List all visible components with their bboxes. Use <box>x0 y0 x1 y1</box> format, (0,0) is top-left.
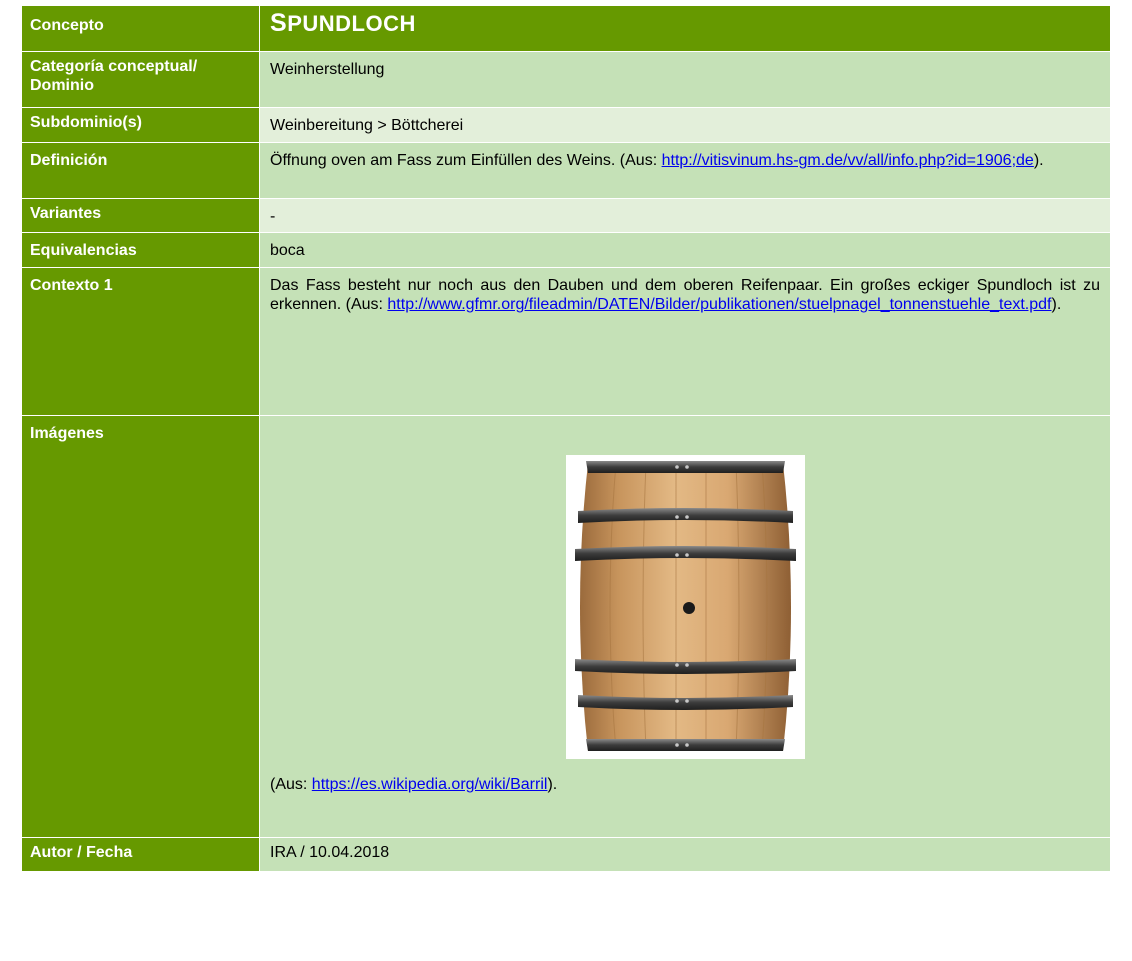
label-contexto: Contexto 1 <box>21 267 260 416</box>
barrel-image <box>565 455 805 759</box>
value-subdominio: Weinbereitung > Böttcherei <box>259 107 1111 143</box>
term-table: Concepto SPUNDLOCH Categoría conceptual/… <box>21 5 1111 872</box>
barrel-icon <box>574 461 796 752</box>
image-container <box>270 424 1100 775</box>
label-variantes: Variantes <box>21 198 260 233</box>
label-categoria: Categoría conceptual/ Dominio <box>21 51 260 108</box>
value-contexto: Das Fass besteht nur noch aus den Dauben… <box>259 267 1111 416</box>
row-imagenes: Imágenes (Aus: https://es.wikipedia.org/… <box>21 415 1111 838</box>
label-subdominio: Subdominio(s) <box>21 107 260 143</box>
glossary-card: Concepto SPUNDLOCH Categoría conceptual/… <box>21 5 1111 872</box>
label-definicion: Definición <box>21 142 260 199</box>
term-title: SPUNDLOCH <box>259 5 1111 52</box>
value-autor: IRA / 10.04.2018 <box>259 837 1111 872</box>
label-autor: Autor / Fecha <box>21 837 260 872</box>
value-equivalencias: boca <box>259 232 1111 268</box>
value-imagenes: (Aus: https://es.wikipedia.org/wiki/Barr… <box>259 415 1111 838</box>
value-variantes: - <box>259 198 1111 233</box>
row-subdominio: Subdominio(s) Weinbereitung > Böttcherei <box>21 107 1111 143</box>
row-concepto: Concepto SPUNDLOCH <box>21 5 1111 52</box>
contexto-source-link[interactable]: http://www.gfmr.org/fileadmin/DATEN/Bild… <box>387 296 1051 313</box>
value-categoria: Weinherstellung <box>259 51 1111 108</box>
row-autor: Autor / Fecha IRA / 10.04.2018 <box>21 837 1111 872</box>
value-definicion: Öffnung oven am Fass zum Einfüllen des W… <box>259 142 1111 199</box>
bunghole-icon <box>682 602 695 614</box>
image-source-link[interactable]: https://es.wikipedia.org/wiki/Barril <box>312 776 548 793</box>
row-definicion: Definición Öffnung oven am Fass zum Einf… <box>21 142 1111 199</box>
row-equivalencias: Equivalencias boca <box>21 232 1111 268</box>
label-imagenes: Imágenes <box>21 415 260 838</box>
row-contexto: Contexto 1 Das Fass besteht nur noch aus… <box>21 267 1111 416</box>
row-categoria: Categoría conceptual/ Dominio Weinherste… <box>21 51 1111 108</box>
label-equivalencias: Equivalencias <box>21 232 260 268</box>
definicion-source-link[interactable]: http://vitisvinum.hs-gm.de/vv/all/info.p… <box>662 152 1034 169</box>
image-caption: (Aus: https://es.wikipedia.org/wiki/Barr… <box>270 776 558 793</box>
row-variantes: Variantes - <box>21 198 1111 233</box>
label-concepto: Concepto <box>21 5 260 52</box>
